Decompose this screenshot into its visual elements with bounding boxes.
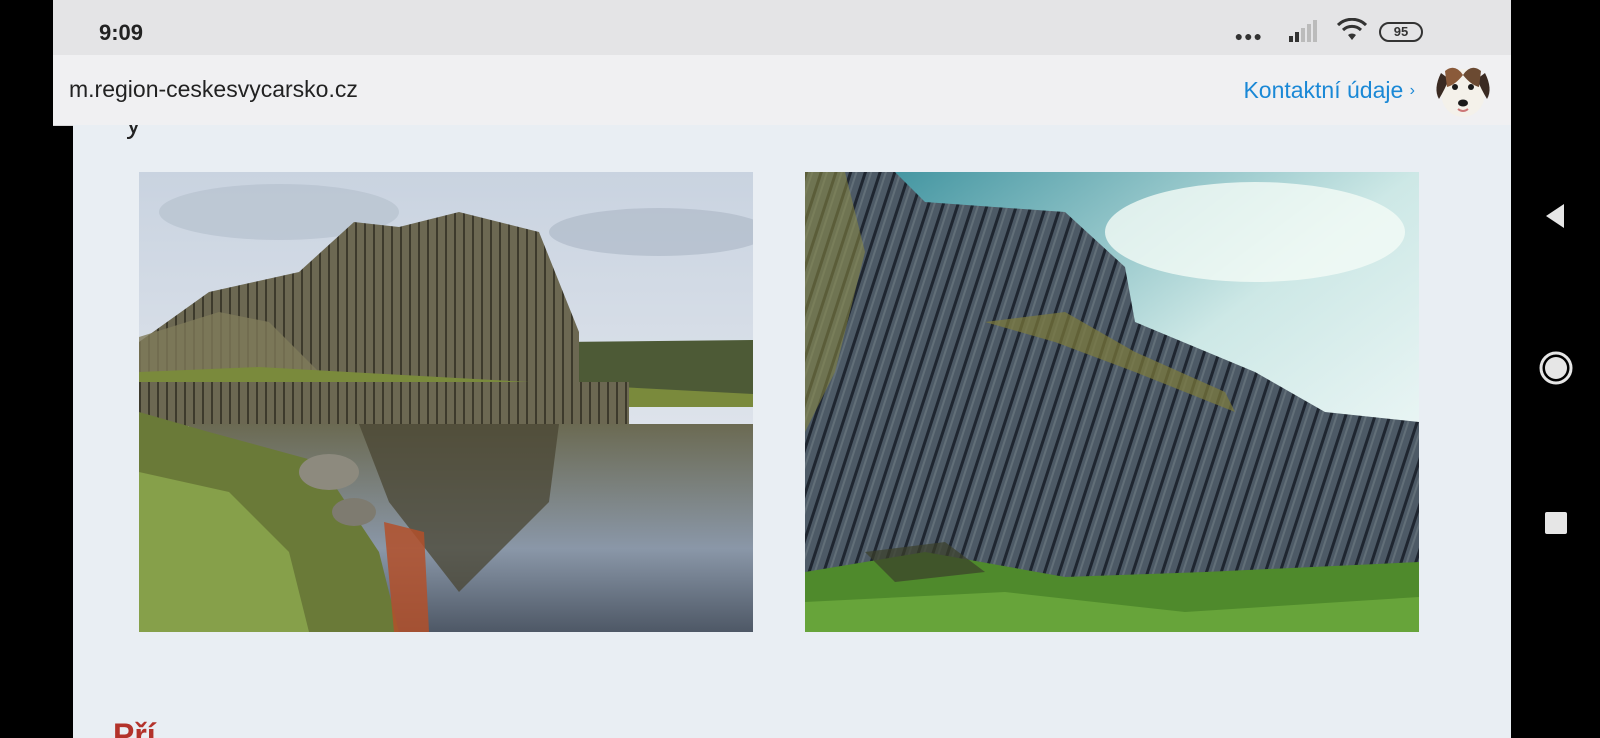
signal-icon [1289, 20, 1317, 42]
browser-url-bar[interactable]: m.region-ceskesvycarsko.cz Kontaktní úda… [53, 55, 1511, 126]
photo-rock-pond[interactable] [139, 172, 753, 632]
android-nav-bar [1511, 0, 1600, 738]
home-icon[interactable] [1538, 350, 1574, 386]
chevron-right-icon: › [1409, 82, 1415, 99]
dog-avatar-icon[interactable] [1431, 59, 1495, 121]
partial-section-heading: Pří [113, 717, 156, 738]
rock-pond-image [139, 172, 753, 632]
status-icons: ●●● 95 [1235, 18, 1467, 46]
contact-info-link[interactable]: Kontaktní údaje › [1243, 77, 1415, 104]
url-text[interactable]: m.region-ceskesvycarsko.cz [69, 76, 358, 103]
status-bar: 9:09 ●●● 95 [53, 0, 1511, 55]
rock-wall-image [805, 172, 1419, 632]
recents-icon[interactable] [1538, 505, 1574, 541]
contact-link-label: Kontaktní údaje [1243, 77, 1404, 103]
wifi-icon [1337, 18, 1367, 40]
back-icon[interactable] [1538, 198, 1574, 234]
photo-rock-wall[interactable] [805, 172, 1419, 632]
more-dots-icon: ●●● [1234, 28, 1263, 44]
page-content: y [73, 125, 1511, 738]
partial-heading: y [126, 125, 141, 141]
battery-icon: 95 [1379, 22, 1423, 42]
status-time: 9:09 [99, 20, 144, 45]
